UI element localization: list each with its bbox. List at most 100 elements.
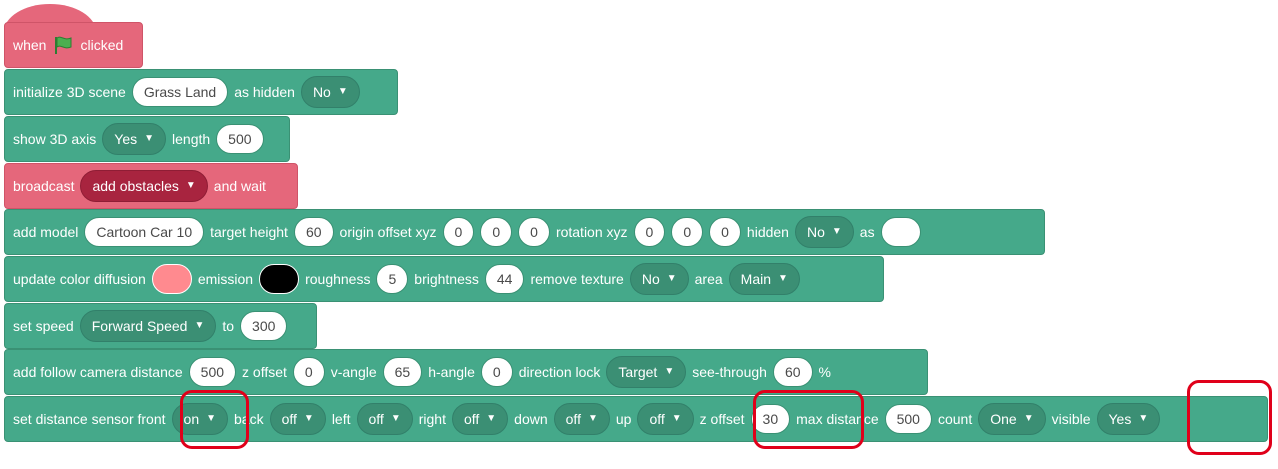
- emission-color-swatch[interactable]: [259, 264, 300, 294]
- model-hidden-value: No: [806, 224, 825, 240]
- up-sensor-value: off: [649, 411, 665, 427]
- green-flag-icon: [55, 36, 72, 54]
- right-label: right: [418, 411, 446, 427]
- add-model-block[interactable]: add model Cartoon Car 10 target height 6…: [4, 209, 1045, 255]
- model-hidden-dropdown[interactable]: No ▼: [794, 216, 854, 248]
- axis-length-input[interactable]: 500: [216, 124, 264, 154]
- set-speed-label: set speed: [13, 318, 74, 334]
- origin-offset-label: origin offset xyz: [339, 224, 437, 240]
- model-id-input[interactable]: [880, 217, 921, 247]
- camera-z-offset-input[interactable]: 0: [292, 357, 325, 387]
- rotation-z-input[interactable]: 0: [709, 217, 741, 247]
- rotation-y-input[interactable]: 0: [671, 217, 704, 247]
- initialize-scene-block[interactable]: initialize 3D scene Grass Land as hidden…: [4, 69, 398, 115]
- down-sensor-value: off: [565, 411, 581, 427]
- follow-camera-label: add follow camera distance: [13, 364, 183, 380]
- left-label: left: [331, 411, 351, 427]
- model-name-input[interactable]: Cartoon Car 10: [84, 217, 205, 247]
- caret-down-icon: ▼: [1023, 413, 1034, 424]
- rotation-label: rotation xyz: [555, 224, 628, 240]
- distance-sensor-label: set distance sensor front: [13, 411, 166, 427]
- remove-texture-dropdown[interactable]: No ▼: [629, 263, 689, 295]
- axis-visible-dropdown[interactable]: Yes ▼: [102, 123, 167, 155]
- broadcast-label: broadcast: [13, 178, 75, 194]
- caret-down-icon: ▼: [390, 413, 401, 424]
- origin-x-input[interactable]: 0: [442, 217, 475, 247]
- right-sensor-dropdown[interactable]: off ▼: [451, 403, 509, 435]
- length-label: length: [172, 131, 211, 147]
- h-angle-input[interactable]: 0: [480, 357, 513, 387]
- update-color-label: update color diffusion: [13, 271, 146, 287]
- visible-dropdown[interactable]: Yes ▼: [1096, 403, 1161, 435]
- caret-down-icon: ▼: [664, 366, 675, 377]
- hidden-label: hidden: [746, 224, 789, 240]
- caret-down-icon: ▼: [587, 413, 598, 424]
- show-axis-label: show 3D axis: [13, 131, 97, 147]
- caret-down-icon: ▼: [185, 180, 196, 191]
- count-dropdown[interactable]: One ▼: [978, 403, 1046, 435]
- show-axis-block[interactable]: show 3D axis Yes ▼ length 500: [4, 116, 290, 162]
- broadcast-message-dropdown[interactable]: add obstacles ▼: [80, 170, 208, 202]
- broadcast-message-value: add obstacles: [92, 178, 179, 194]
- sensor-z-offset-label: z offset: [699, 411, 745, 427]
- roughness-input[interactable]: 5: [376, 264, 409, 294]
- highlight-z-offset: [753, 390, 864, 449]
- follow-camera-block[interactable]: add follow camera distance 500 z offset …: [4, 349, 928, 395]
- remove-texture-value: No: [641, 271, 660, 287]
- update-color-block[interactable]: update color diffusion emission roughnes…: [4, 256, 884, 302]
- visible-label: visible: [1051, 411, 1091, 427]
- max-distance-input[interactable]: 500: [884, 404, 932, 434]
- origin-y-input[interactable]: 0: [480, 217, 513, 247]
- and-wait-label: and wait: [213, 178, 266, 194]
- initialize-scene-label: initialize 3D scene: [13, 84, 126, 100]
- count-value: One: [990, 411, 1017, 427]
- see-through-input[interactable]: 60: [772, 357, 813, 387]
- highlight-front-sensor: [180, 390, 249, 449]
- h-angle-label: h-angle: [428, 364, 475, 380]
- direction-lock-label: direction lock: [518, 364, 601, 380]
- speed-type-dropdown[interactable]: Forward Speed ▼: [79, 310, 217, 342]
- as-label: as: [859, 224, 875, 240]
- down-sensor-dropdown[interactable]: off ▼: [553, 403, 610, 435]
- right-sensor-value: off: [463, 411, 480, 427]
- scene-name-input[interactable]: Grass Land: [131, 77, 229, 107]
- area-dropdown[interactable]: Main ▼: [728, 263, 800, 295]
- origin-z-input[interactable]: 0: [518, 217, 550, 247]
- brightness-label: brightness: [414, 271, 479, 287]
- visible-value: Yes: [1108, 411, 1132, 427]
- left-sensor-dropdown[interactable]: off ▼: [356, 403, 413, 435]
- left-sensor-value: off: [368, 411, 384, 427]
- axis-visible-value: Yes: [114, 131, 138, 147]
- caret-down-icon: ▼: [671, 413, 682, 424]
- direction-lock-dropdown[interactable]: Target ▼: [606, 356, 687, 388]
- z-offset-label: z offset: [242, 364, 287, 380]
- area-label: area: [694, 271, 723, 287]
- count-label: count: [937, 411, 973, 427]
- when-flag-clicked-block[interactable]: when clicked: [4, 22, 143, 68]
- target-height-label: target height: [210, 224, 288, 240]
- when-label: when: [13, 37, 47, 53]
- roughness-label: roughness: [305, 271, 371, 287]
- down-label: down: [514, 411, 548, 427]
- camera-distance-input[interactable]: 500: [188, 357, 237, 387]
- broadcast-block[interactable]: broadcast add obstacles ▼ and wait: [4, 163, 298, 209]
- as-hidden-label: as hidden: [234, 84, 295, 100]
- target-height-input[interactable]: 60: [293, 217, 334, 247]
- caret-down-icon: ▼: [666, 273, 677, 284]
- caret-down-icon: ▼: [831, 226, 842, 237]
- diffusion-color-swatch[interactable]: [151, 264, 192, 294]
- see-through-label: see-through: [692, 364, 767, 380]
- rotation-x-input[interactable]: 0: [633, 217, 666, 247]
- set-speed-block[interactable]: set speed Forward Speed ▼ to 300: [4, 303, 317, 349]
- brightness-input[interactable]: 44: [484, 264, 525, 294]
- caret-down-icon: ▼: [337, 86, 348, 97]
- up-sensor-dropdown[interactable]: off ▼: [637, 403, 694, 435]
- hidden-dropdown[interactable]: No ▼: [300, 76, 360, 108]
- caret-down-icon: ▼: [303, 413, 314, 424]
- back-sensor-dropdown[interactable]: off ▼: [269, 403, 326, 435]
- v-angle-input[interactable]: 65: [382, 357, 423, 387]
- speed-value-input[interactable]: 300: [240, 311, 288, 341]
- emission-label: emission: [197, 271, 254, 287]
- remove-texture-label: remove texture: [530, 271, 624, 287]
- caret-down-icon: ▼: [1138, 413, 1149, 424]
